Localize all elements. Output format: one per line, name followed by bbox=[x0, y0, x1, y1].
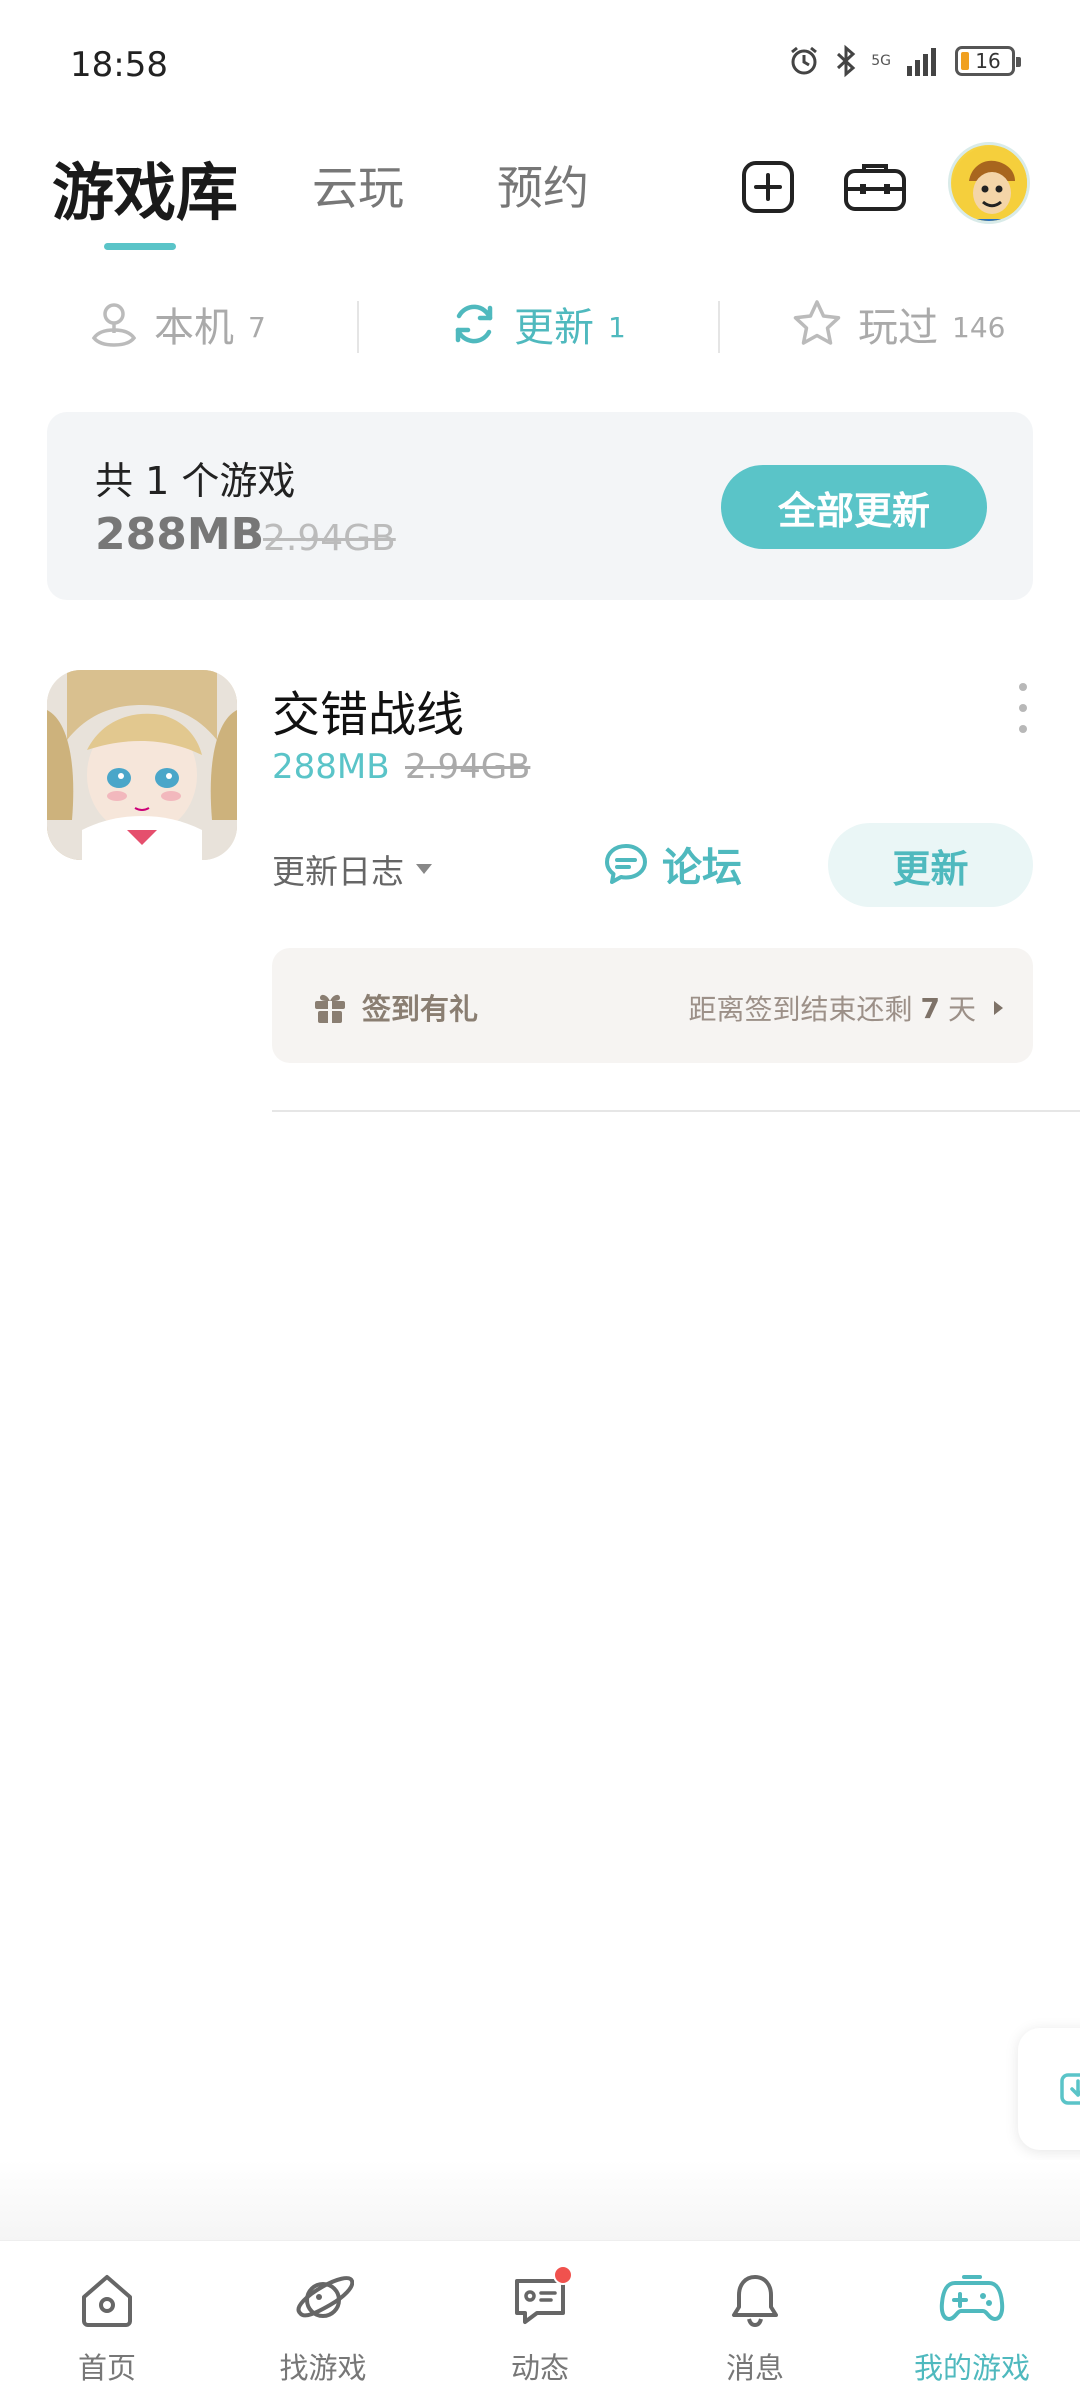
forum-label: 论坛 bbox=[662, 845, 742, 891]
home-icon bbox=[82, 2275, 132, 2327]
subtab-played-count: 146 bbox=[952, 310, 1006, 344]
caret-down-icon bbox=[416, 864, 432, 874]
game-list-item[interactable]: 交错战线 288MB 2.94GB 更新日志 论坛 更新 签到有礼 距离签到结束… bbox=[0, 665, 1080, 1115]
header: 游戏库 云玩 预约 bbox=[0, 130, 1080, 270]
nav-home[interactable]: 首页 bbox=[7, 2265, 207, 2387]
subtab-local-count: 7 bbox=[248, 310, 266, 344]
add-icon bbox=[742, 161, 794, 213]
summary-download-size: 288MB bbox=[95, 509, 265, 560]
nav-feed[interactable]: 动态 bbox=[440, 2265, 640, 2387]
tab-game-library[interactable]: 游戏库 bbox=[52, 142, 238, 232]
signin-days-unit: 天 bbox=[947, 993, 976, 1026]
signin-remaining-text: 距离签到结束还剩 bbox=[688, 993, 913, 1026]
bell-icon bbox=[732, 2275, 778, 2328]
avatar-image bbox=[952, 146, 1027, 221]
item-divider bbox=[272, 1110, 1080, 1112]
signin-days: 7 bbox=[920, 991, 940, 1025]
status-bar: 18:58 5G 16 bbox=[0, 0, 1080, 130]
bottom-fade bbox=[0, 2160, 1080, 2240]
status-time: 18:58 bbox=[70, 45, 168, 85]
battery-level: 16 bbox=[975, 49, 1001, 73]
update-all-button[interactable]: 全部更新 bbox=[721, 465, 987, 549]
nav-feed-label: 动态 bbox=[510, 2351, 569, 2385]
more-options-icon[interactable] bbox=[1008, 683, 1038, 733]
avatar[interactable] bbox=[948, 142, 1030, 224]
toolbox-button[interactable] bbox=[835, 152, 915, 222]
nav-messages-label: 消息 bbox=[725, 2351, 784, 2385]
forum-icon bbox=[605, 844, 647, 884]
active-tab-indicator bbox=[104, 243, 176, 250]
update-summary-card: 共 1 个游戏 288MB 2.94GB 全部更新 bbox=[47, 412, 1033, 600]
nav-find-label: 找游戏 bbox=[279, 2351, 367, 2385]
game-library-screen: 18:58 5G 16 游戏库 云玩 预约 本机 7 更新 1 玩过 146 共… bbox=[0, 0, 1080, 2398]
summary-full-size: 2.94GB bbox=[263, 518, 396, 559]
subtab-divider bbox=[357, 301, 359, 353]
star-icon bbox=[793, 300, 841, 345]
toolbox-icon bbox=[844, 164, 906, 211]
tab-cloud-play[interactable]: 云玩 bbox=[312, 152, 404, 218]
subtab-update[interactable]: 更新 1 bbox=[448, 295, 626, 353]
notification-badge bbox=[553, 2265, 573, 2285]
signin-label: 签到有礼 bbox=[362, 992, 479, 1026]
nav-home-label: 首页 bbox=[77, 2351, 136, 2385]
subtab-local-label: 本机 bbox=[154, 305, 234, 351]
bottom-navigation: 首页 找游戏 动态 消息 我的游戏 bbox=[0, 2240, 1080, 2398]
game-name[interactable]: 交错战线 bbox=[272, 675, 464, 745]
bluetooth-icon bbox=[835, 44, 857, 78]
add-button[interactable] bbox=[733, 152, 803, 222]
nav-find-games[interactable]: 找游戏 bbox=[223, 2265, 423, 2387]
forum-button[interactable]: 论坛 bbox=[602, 835, 742, 893]
nav-my-games-label: 我的游戏 bbox=[913, 2351, 1030, 2385]
subtab-divider bbox=[718, 301, 720, 353]
game-icon[interactable] bbox=[47, 670, 237, 860]
gamepad-icon bbox=[939, 2275, 1005, 2321]
subtab-update-count: 1 bbox=[608, 310, 626, 344]
changelog-label: 更新日志 bbox=[272, 852, 404, 891]
status-icons: 5G 16 bbox=[787, 44, 1021, 78]
gift-icon bbox=[315, 994, 345, 1023]
signal-icon bbox=[905, 46, 941, 76]
alarm-icon bbox=[787, 44, 821, 78]
game-full-size: 2.94GB bbox=[405, 747, 531, 787]
floating-download-button[interactable] bbox=[1018, 2028, 1080, 2150]
subtab-update-label: 更新 bbox=[514, 305, 594, 351]
game-icon-artwork bbox=[47, 670, 237, 860]
signin-reward-banner[interactable]: 签到有礼 距离签到结束还剩 7 天 bbox=[272, 948, 1033, 1063]
changelog-toggle[interactable]: 更新日志 bbox=[272, 845, 432, 893]
signin-countdown: 距离签到结束还剩 7 天 bbox=[688, 988, 1003, 1028]
nav-messages[interactable]: 消息 bbox=[655, 2265, 855, 2387]
refresh-icon bbox=[455, 304, 493, 344]
download-icon bbox=[1060, 2073, 1080, 2105]
game-download-size: 288MB bbox=[272, 747, 390, 787]
subtab-local[interactable]: 本机 7 bbox=[88, 295, 266, 353]
battery-icon: 16 bbox=[955, 46, 1021, 76]
subtab-played[interactable]: 玩过 146 bbox=[790, 295, 1005, 353]
tab-reservation[interactable]: 预约 bbox=[497, 152, 589, 218]
update-button[interactable]: 更新 bbox=[828, 823, 1033, 907]
chevron-right-icon bbox=[994, 1001, 1003, 1015]
signin-left: 签到有礼 bbox=[312, 986, 478, 1028]
library-subtabs: 本机 7 更新 1 玩过 146 bbox=[0, 285, 1080, 365]
summary-title: 共 1 个游戏 bbox=[95, 459, 296, 503]
nav-my-games[interactable]: 我的游戏 bbox=[872, 2265, 1072, 2387]
planet-icon bbox=[296, 2276, 354, 2318]
local-device-icon bbox=[91, 303, 137, 347]
network-label: 5G bbox=[871, 53, 891, 69]
subtab-played-label: 玩过 bbox=[858, 305, 938, 351]
